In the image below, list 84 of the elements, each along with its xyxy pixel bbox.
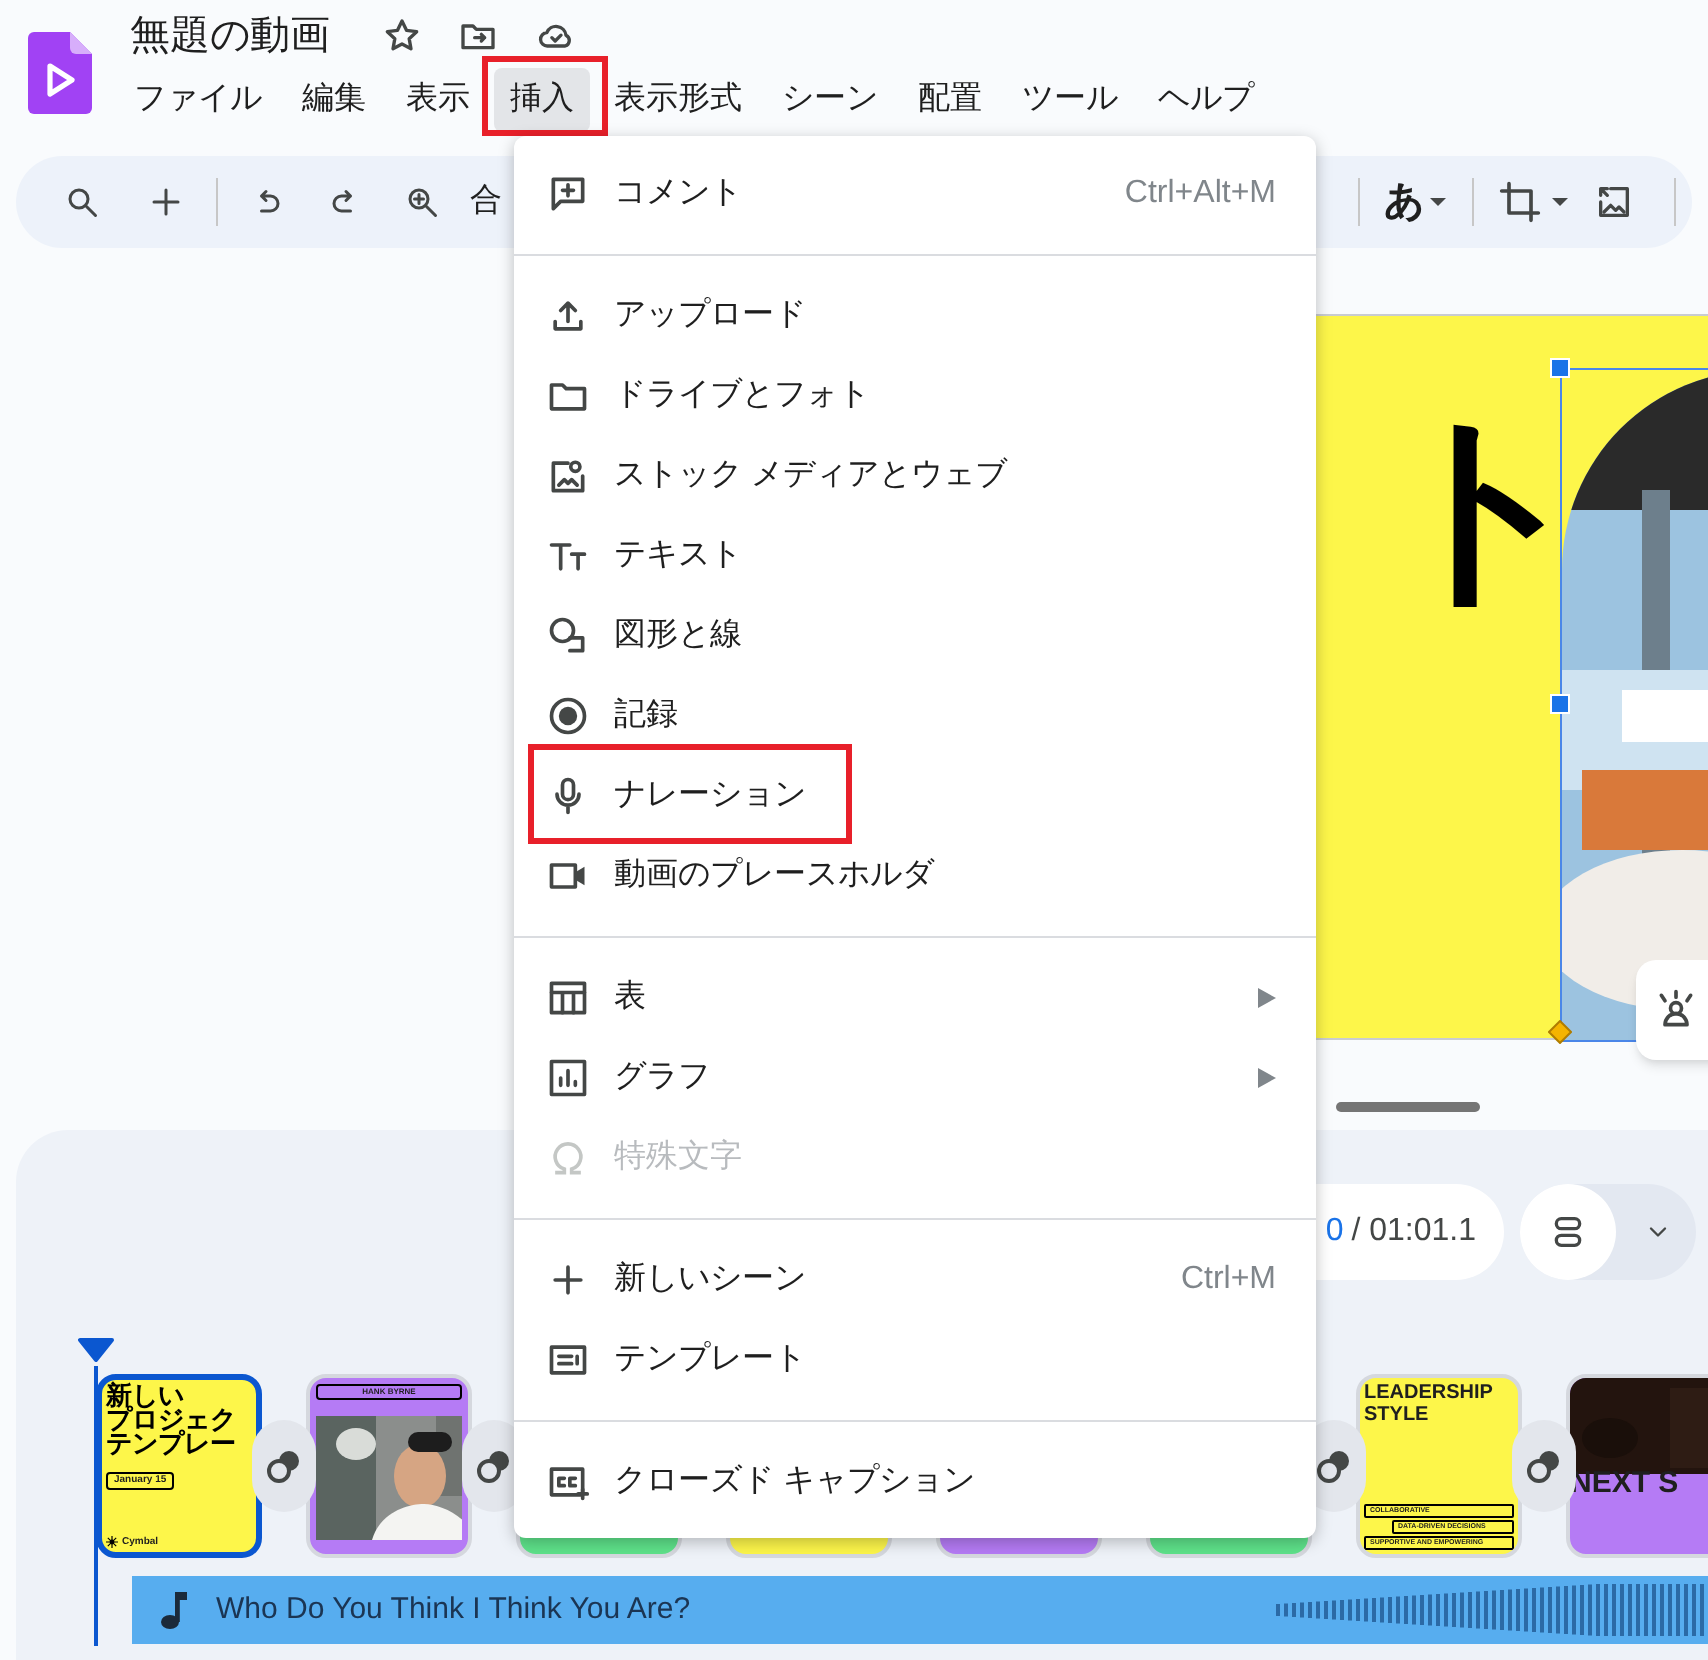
menu-item-label: 動画のプレースホルダ (614, 855, 934, 896)
overlap-circles-icon (1524, 1446, 1564, 1486)
menu-item[interactable]: テキスト (514, 516, 1316, 596)
menu-bar-item[interactable]: 挿入 (494, 68, 590, 132)
menu-item[interactable]: ストック メディアとウェブ (514, 436, 1316, 516)
menu-bar-item[interactable]: ファイル (118, 68, 278, 132)
thumbnail-heading-line: テンプレー (106, 1432, 238, 1456)
resize-handle[interactable] (1550, 358, 1570, 378)
search-icon[interactable] (64, 184, 100, 220)
menu-item[interactable]: 新しいシーン Ctrl+M (514, 1240, 1316, 1320)
thumbnail-heading-line: 新しい (106, 1384, 186, 1408)
view-button[interactable] (1520, 1184, 1616, 1280)
view-toggle[interactable] (1520, 1184, 1696, 1280)
image-search-icon (546, 454, 590, 498)
menu-item-label: クローズド キャプション (614, 1461, 975, 1502)
document-title[interactable]: 無題の動画 (130, 12, 330, 60)
menu-item-label: グラフ (614, 1058, 710, 1098)
total-time: / 01:01.1 (1351, 1212, 1476, 1252)
resize-handle[interactable] (1550, 694, 1570, 714)
menu-item-label: テンプレート (614, 1339, 806, 1380)
menu-item-label: ドライブとフォト (614, 375, 870, 416)
menu-item-label: 記録 (614, 695, 678, 736)
shapes-icon (546, 614, 590, 658)
menu-item-label: 表 (614, 977, 646, 1018)
menu-item[interactable]: コメント Ctrl+Alt+M (514, 154, 1316, 234)
menu-bar-item[interactable]: 表示 (390, 68, 486, 132)
current-time: 0 (1325, 1212, 1344, 1252)
overlap-circles-icon (1314, 1446, 1354, 1486)
menu-item[interactable]: 動画のプレースホルダ (514, 836, 1316, 916)
menu-bar-item[interactable]: ヘルプ (1142, 68, 1270, 132)
plus-icon[interactable] (148, 184, 184, 220)
shortcut-label: Ctrl+M (1180, 1260, 1276, 1300)
shortcut-label: Ctrl+Alt+M (1124, 174, 1276, 214)
menu-item-label: コメント (614, 174, 742, 214)
video-logo-icon (28, 32, 92, 114)
menu-item[interactable]: 記録 (514, 676, 1316, 756)
menu-item-label: ナレーション (614, 776, 806, 816)
scrollbar[interactable] (1336, 1102, 1480, 1112)
person-spotlight-icon (1654, 988, 1698, 1032)
star-icon[interactable] (382, 16, 422, 56)
menu-item[interactable]: ドライブとフォト (514, 356, 1316, 436)
caret-icon (1428, 192, 1448, 212)
audio-title: Who Do You Think I Think You Are? (216, 1589, 691, 1630)
input-mode-dropdown[interactable]: あ (1384, 172, 1448, 232)
menu-bar-item[interactable]: 表示形式 (598, 68, 758, 132)
record-icon (546, 694, 590, 738)
slide-heading: ト (1380, 404, 1592, 612)
menu-item-label: アップロード (614, 295, 806, 336)
menu-item-label: ストック メディアとウェブ (614, 455, 1007, 496)
menu-item[interactable]: クローズド キャプション (514, 1442, 1316, 1522)
menu-item-label: 図形と線 (614, 616, 742, 656)
menu-item[interactable]: アップロード (514, 276, 1316, 356)
thumbnail-heading: LEADERSHIP STYLE (1364, 1382, 1495, 1426)
text-tool-glyph[interactable]: 合 (470, 178, 502, 226)
music-note-icon (160, 1590, 188, 1630)
caret-icon[interactable] (1550, 192, 1570, 212)
audio-track[interactable]: Who Do You Think I Think You Are? (132, 1576, 1708, 1644)
menu-item[interactable]: ナレーション (514, 756, 1316, 836)
thumbnail-heading-line: プロジェク (106, 1408, 238, 1432)
menu-item[interactable]: グラフ (514, 1038, 1316, 1118)
sun-icon (106, 1536, 118, 1548)
crop-icon[interactable] (1498, 180, 1542, 224)
table-icon (546, 976, 590, 1020)
floating-action-button[interactable] (1636, 960, 1708, 1060)
add-comment-icon (546, 172, 590, 216)
menu-item[interactable]: 表 (514, 958, 1316, 1038)
zoom-in-icon[interactable] (404, 184, 440, 220)
menu-item-label: 特殊文字 (614, 1137, 742, 1178)
transition-button[interactable] (1512, 1420, 1576, 1512)
menu-item[interactable]: 図形と線 (514, 596, 1316, 676)
menu-bar-item[interactable]: 編集 (286, 68, 382, 132)
menu-item[interactable]: テンプレート (514, 1320, 1316, 1400)
rotate-handle[interactable] (1548, 1020, 1572, 1044)
menu-bar-item[interactable]: シーン (766, 68, 894, 132)
playhead-icon[interactable] (78, 1338, 114, 1362)
transition-button[interactable] (252, 1420, 316, 1512)
menu-bar-item[interactable]: ツール (1006, 68, 1134, 132)
menu-item-label: 新しいシーン (614, 1259, 806, 1300)
menu-item-label: テキスト (614, 536, 742, 576)
bar-chart-icon (546, 1056, 590, 1100)
image-reset-icon[interactable] (1594, 182, 1634, 222)
overlap-circles-icon (264, 1446, 304, 1486)
overlap-circles-icon (474, 1446, 514, 1486)
menu-bar-item[interactable]: 配置 (902, 68, 998, 132)
